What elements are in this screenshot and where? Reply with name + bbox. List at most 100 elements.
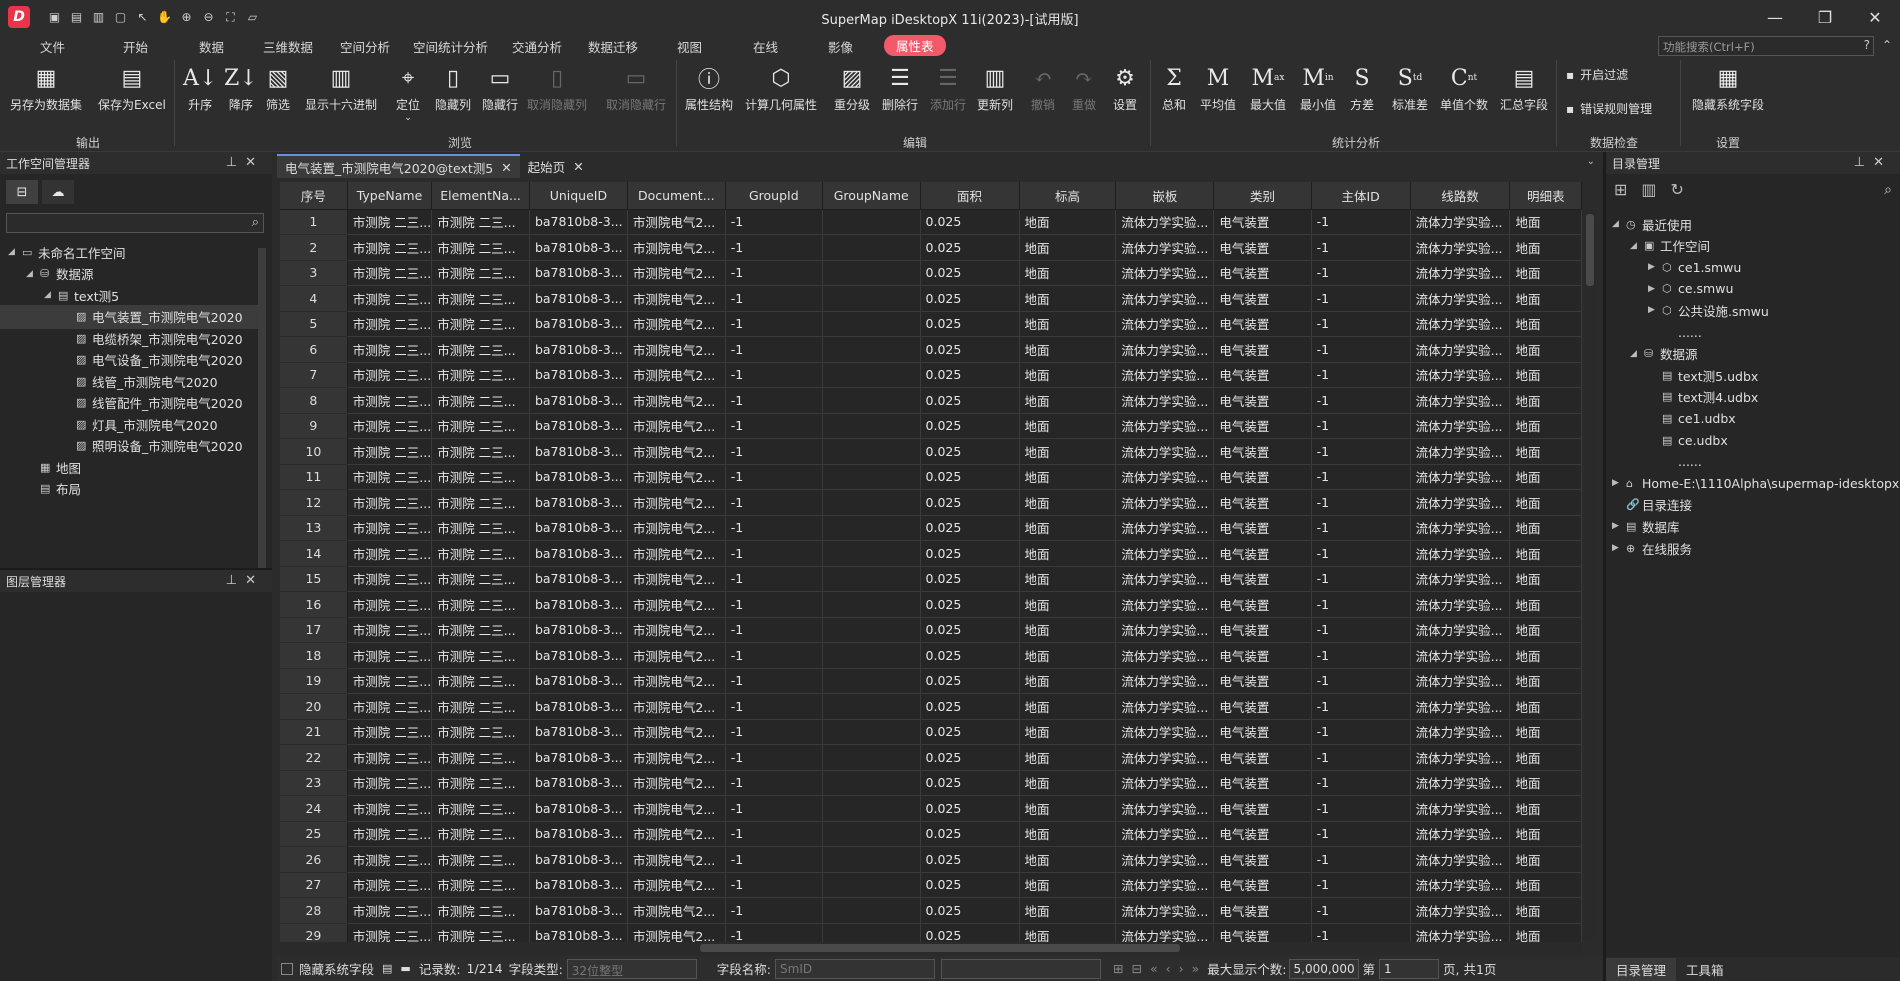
column-header[interactable]: 类别 xyxy=(1213,182,1312,210)
row-index[interactable]: 2 xyxy=(280,234,348,261)
table-cell[interactable]: 电气装置 xyxy=(1213,515,1312,541)
table-cell[interactable]: -1 xyxy=(1311,260,1411,286)
table-cell[interactable]: 地面 xyxy=(1019,591,1117,618)
column-header[interactable]: 线路数 xyxy=(1410,182,1511,210)
pin-icon[interactable]: ⊥ xyxy=(226,155,245,170)
table-cell[interactable] xyxy=(822,540,921,567)
table-row[interactable]: 1 市测院 二三... 市测院 二三... ba7810b8-3... 市测院电气2..… xyxy=(280,209,1582,235)
table-cell[interactable]: 市测院 二三... xyxy=(347,234,433,261)
expand-arrow-icon[interactable]: ▶ xyxy=(1612,478,1626,488)
table-cell[interactable]: -1 xyxy=(1311,923,1411,942)
table-cell[interactable]: ba7810b8-3... xyxy=(529,744,628,771)
last-icon[interactable]: » xyxy=(1192,961,1200,976)
catalog-item[interactable]: ▤ ce.udbx xyxy=(1606,428,1728,452)
workspace-scrollbar[interactable] xyxy=(258,248,266,568)
table-cell[interactable]: 市测院电气2... xyxy=(627,795,726,822)
table-cell[interactable] xyxy=(822,668,921,694)
table-cell[interactable]: 市测院电气2... xyxy=(627,617,726,643)
table-cell[interactable]: 流体力学实验... xyxy=(1115,566,1215,592)
table-cell[interactable]: 流体力学实验... xyxy=(1410,617,1511,643)
table-cell[interactable]: 地面 xyxy=(1509,285,1582,312)
add-row-button[interactable]: ☰ 添加行 xyxy=(930,60,966,113)
column-header[interactable]: ElementNa... xyxy=(431,182,530,210)
update-column-button[interactable]: ▥ 更新列 xyxy=(977,60,1013,113)
table-cell[interactable]: 地面 xyxy=(1509,489,1582,516)
table-cell[interactable]: 市测院 二三... xyxy=(347,821,433,847)
table-cell[interactable]: -1 xyxy=(1311,846,1411,873)
table-row[interactable]: 14 市测院 二三... 市测院 二三... ba7810b8-3... 市测院电气2.… xyxy=(280,540,1582,567)
table-cell[interactable]: ba7810b8-3... xyxy=(529,209,628,235)
tab-start-page[interactable]: 起始页 ✕ xyxy=(520,154,592,178)
table-row[interactable]: 4 市测院 二三... 市测院 二三... ba7810b8-3... 市测院电气2..… xyxy=(280,285,1582,312)
column-header[interactable]: 标高 xyxy=(1019,182,1117,210)
table-row[interactable]: 27 市测院 二三... 市测院 二三... ba7810b8-3... 市测院电气2.… xyxy=(280,872,1582,898)
table-cell[interactable]: ba7810b8-3... xyxy=(529,413,628,439)
table-cell[interactable]: 地面 xyxy=(1509,591,1582,618)
catalog-item[interactable]: ◢ ▣ 工作空间 xyxy=(1606,234,1710,258)
table-cell[interactable]: 市测院 二三... xyxy=(347,540,433,567)
table-cell[interactable]: 地面 xyxy=(1509,362,1582,388)
tree-item[interactable]: ▦ 地图 xyxy=(0,455,258,479)
menu-3d-data[interactable]: 三维数据 xyxy=(263,37,313,56)
table-cell[interactable]: -1 xyxy=(1311,719,1411,745)
table-cell[interactable]: ba7810b8-3... xyxy=(529,897,628,924)
table-cell[interactable]: 流体力学实验... xyxy=(1410,311,1511,337)
sum-button[interactable]: Σ 总和 xyxy=(1162,60,1186,113)
catalog-item[interactable]: ◢ ⛁ 数据源 xyxy=(1606,342,1698,366)
table-cell[interactable]: 0.025 xyxy=(920,668,1020,694)
table-cell[interactable]: 地面 xyxy=(1509,540,1582,567)
summary-field-button[interactable]: ▤ 汇总字段 xyxy=(1500,60,1548,113)
table-cell[interactable]: -1 xyxy=(1311,234,1411,261)
maximize-button[interactable]: ❐ xyxy=(1800,0,1850,34)
table-cell[interactable]: 流体力学实验... xyxy=(1410,362,1511,388)
table-cell[interactable]: ba7810b8-3... xyxy=(529,668,628,694)
table-row[interactable]: 3 市测院 二三... 市测院 二三... ba7810b8-3... 市测院电气2..… xyxy=(280,260,1582,286)
table-cell[interactable]: -1 xyxy=(725,617,823,643)
table-cell[interactable]: ba7810b8-3... xyxy=(529,770,628,796)
table-cell[interactable]: ba7810b8-3... xyxy=(529,260,628,286)
table-row[interactable]: 2 市测院 二三... 市测院 二三... ba7810b8-3... 市测院电气2..… xyxy=(280,234,1582,261)
row-index[interactable]: 25 xyxy=(280,821,348,847)
menu-data[interactable]: 数据 xyxy=(199,37,224,56)
table-cell[interactable]: 地面 xyxy=(1509,311,1582,337)
table-cell[interactable]: 地面 xyxy=(1509,897,1582,924)
table-cell[interactable]: 流体力学实验... xyxy=(1410,489,1511,516)
scroll-thumb[interactable] xyxy=(700,944,1180,952)
table-cell[interactable]: 电气装置 xyxy=(1213,872,1312,898)
expand-arrow-icon[interactable]: ◢ xyxy=(1630,349,1644,359)
table-cell[interactable]: -1 xyxy=(725,821,823,847)
table-cell[interactable]: 市测院电气2... xyxy=(627,693,726,720)
table-cell[interactable]: 市测院 二三... xyxy=(347,770,433,796)
table-cell[interactable]: -1 xyxy=(1311,464,1411,490)
table-cell[interactable]: -1 xyxy=(725,770,823,796)
table-cell[interactable]: -1 xyxy=(725,897,823,924)
pin-icon[interactable]: ⊥ xyxy=(226,573,245,588)
table-cell[interactable]: -1 xyxy=(1311,821,1411,847)
row-index[interactable]: 18 xyxy=(280,642,348,669)
table-row[interactable]: 13 市测院 二三... 市测院 二三... ba7810b8-3... 市测院电气2.… xyxy=(280,515,1582,541)
table-cell[interactable]: 0.025 xyxy=(920,617,1020,643)
error-rule-button[interactable]: ▪ 错误规则管理 xyxy=(1566,100,1652,117)
table-cell[interactable]: -1 xyxy=(1311,540,1411,567)
table-cell[interactable]: -1 xyxy=(1311,515,1411,541)
table-cell[interactable]: ba7810b8-3... xyxy=(529,795,628,822)
table-cell[interactable]: ba7810b8-3... xyxy=(529,234,628,261)
table-row[interactable]: 5 市测院 二三... 市测院 二三... ba7810b8-3... 市测院电气2..… xyxy=(280,311,1582,337)
function-search-input[interactable]: 功能搜索(Ctrl+F) xyxy=(1658,36,1874,56)
table-cell[interactable]: -1 xyxy=(1311,617,1411,643)
table-cell[interactable]: 流体力学实验... xyxy=(1115,719,1215,745)
table-cell[interactable]: 地面 xyxy=(1019,234,1117,261)
table-cell[interactable]: -1 xyxy=(725,566,823,592)
table-cell[interactable]: 市测院 二三... xyxy=(431,744,530,771)
table-cell[interactable]: 流体力学实验... xyxy=(1410,846,1511,873)
table-row[interactable]: 29 市测院 二三... 市测院 二三... ba7810b8-3... 市测院电气2.… xyxy=(280,923,1582,942)
table-cell[interactable]: -1 xyxy=(725,285,823,312)
table-cell[interactable]: -1 xyxy=(1311,897,1411,924)
table-cell[interactable]: 0.025 xyxy=(920,566,1020,592)
table-cell[interactable] xyxy=(822,362,921,388)
row-index[interactable]: 7 xyxy=(280,362,348,388)
table-cell[interactable]: 市测院电气2... xyxy=(627,744,726,771)
row-index[interactable]: 6 xyxy=(280,336,348,363)
table-cell[interactable]: -1 xyxy=(1311,566,1411,592)
hide-column-button[interactable]: ▯ 隐藏列 xyxy=(435,60,471,113)
